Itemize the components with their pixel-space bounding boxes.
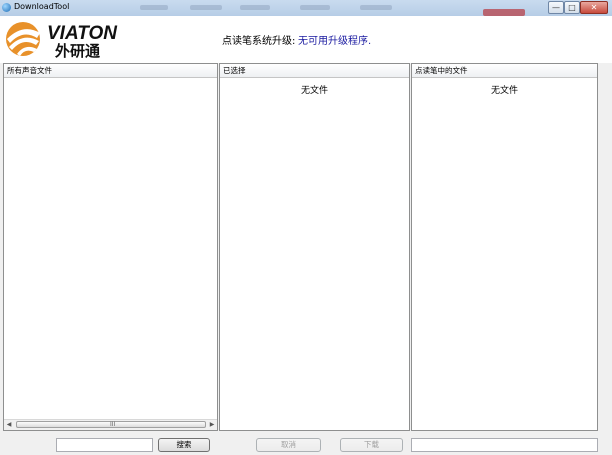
background-blur	[300, 5, 330, 10]
logo-brand-text: VIATON	[47, 23, 118, 44]
header-bar: VIATON 外研通 点读笔系统升级: 无可用升级程序.	[0, 16, 612, 63]
maximize-button[interactable]: □	[564, 1, 580, 14]
horizontal-scrollbar[interactable]: ◀ III ▶	[4, 419, 217, 430]
scroll-thumb[interactable]: III	[16, 421, 206, 428]
logo-cn-text: 外研通	[54, 42, 100, 59]
path-input[interactable]	[411, 438, 598, 452]
background-blur	[190, 5, 222, 10]
background-blur	[140, 5, 168, 10]
panel-header: 已选择	[220, 64, 409, 78]
scroll-right-icon[interactable]: ▶	[207, 420, 217, 430]
title-bar[interactable]: DownloadTool — □ ✕	[0, 0, 612, 17]
all-audio-files-panel[interactable]: 所有声音文件 ◀ III ▶	[3, 63, 218, 431]
panel-header: 点读笔中的文件	[412, 64, 597, 78]
pen-files-panel[interactable]: 点读笔中的文件 无文件	[411, 63, 598, 431]
viaton-logo: VIATON 外研通	[6, 22, 118, 59]
cancel-button[interactable]: 取消	[256, 438, 321, 452]
grip-icon: III	[110, 421, 116, 428]
empty-message: 无文件	[490, 86, 518, 96]
panel-header: 所有声音文件	[4, 64, 217, 78]
empty-message: 无文件	[300, 86, 328, 96]
search-button[interactable]: 搜索	[158, 438, 210, 452]
background-blur	[360, 5, 392, 10]
download-button[interactable]: 下载	[340, 438, 403, 452]
background-blur	[240, 5, 270, 10]
window-title: DownloadTool	[14, 2, 70, 11]
minimize-button[interactable]: —	[548, 1, 564, 14]
background-blur	[483, 9, 525, 16]
search-input[interactable]	[56, 438, 153, 452]
upgrade-label: 点读笔系统升级:	[222, 36, 296, 47]
close-button[interactable]: ✕	[580, 1, 608, 14]
scroll-left-icon[interactable]: ◀	[4, 420, 14, 430]
selected-files-panel[interactable]: 已选择 无文件	[219, 63, 410, 431]
app-window: DownloadTool — □ ✕ VIATON 外研通 点读笔系统升级: 无…	[0, 0, 612, 455]
app-icon	[2, 3, 11, 12]
upgrade-status: 无可用升级程序.	[298, 36, 372, 47]
